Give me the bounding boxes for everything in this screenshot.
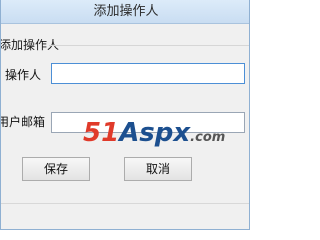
operator-label: 操作人 [5,68,42,82]
operator-input[interactable] [51,63,245,84]
email-label: 用户邮箱 [0,115,46,129]
group-divider [49,45,249,46]
cancel-button[interactable]: 取消 [124,157,192,181]
dialog-window: 添加操作人 添加操作人 操作人 用户邮箱 51Aspx.com 保存 取消 [0,0,250,230]
save-button[interactable]: 保存 [22,157,90,181]
dialog-body: 添加操作人 操作人 用户邮箱 51Aspx.com 保存 取消 [0,24,249,229]
watermark-logo: 51Aspx.com [83,118,225,148]
window-title: 添加操作人 [93,4,159,19]
watermark-part-aspx: Aspx [119,118,191,148]
watermark-part-com: .com [190,130,226,145]
watermark-part-51: 51 [83,118,120,148]
window-titlebar[interactable]: 添加操作人 [1,0,249,24]
bottom-divider [1,203,249,204]
